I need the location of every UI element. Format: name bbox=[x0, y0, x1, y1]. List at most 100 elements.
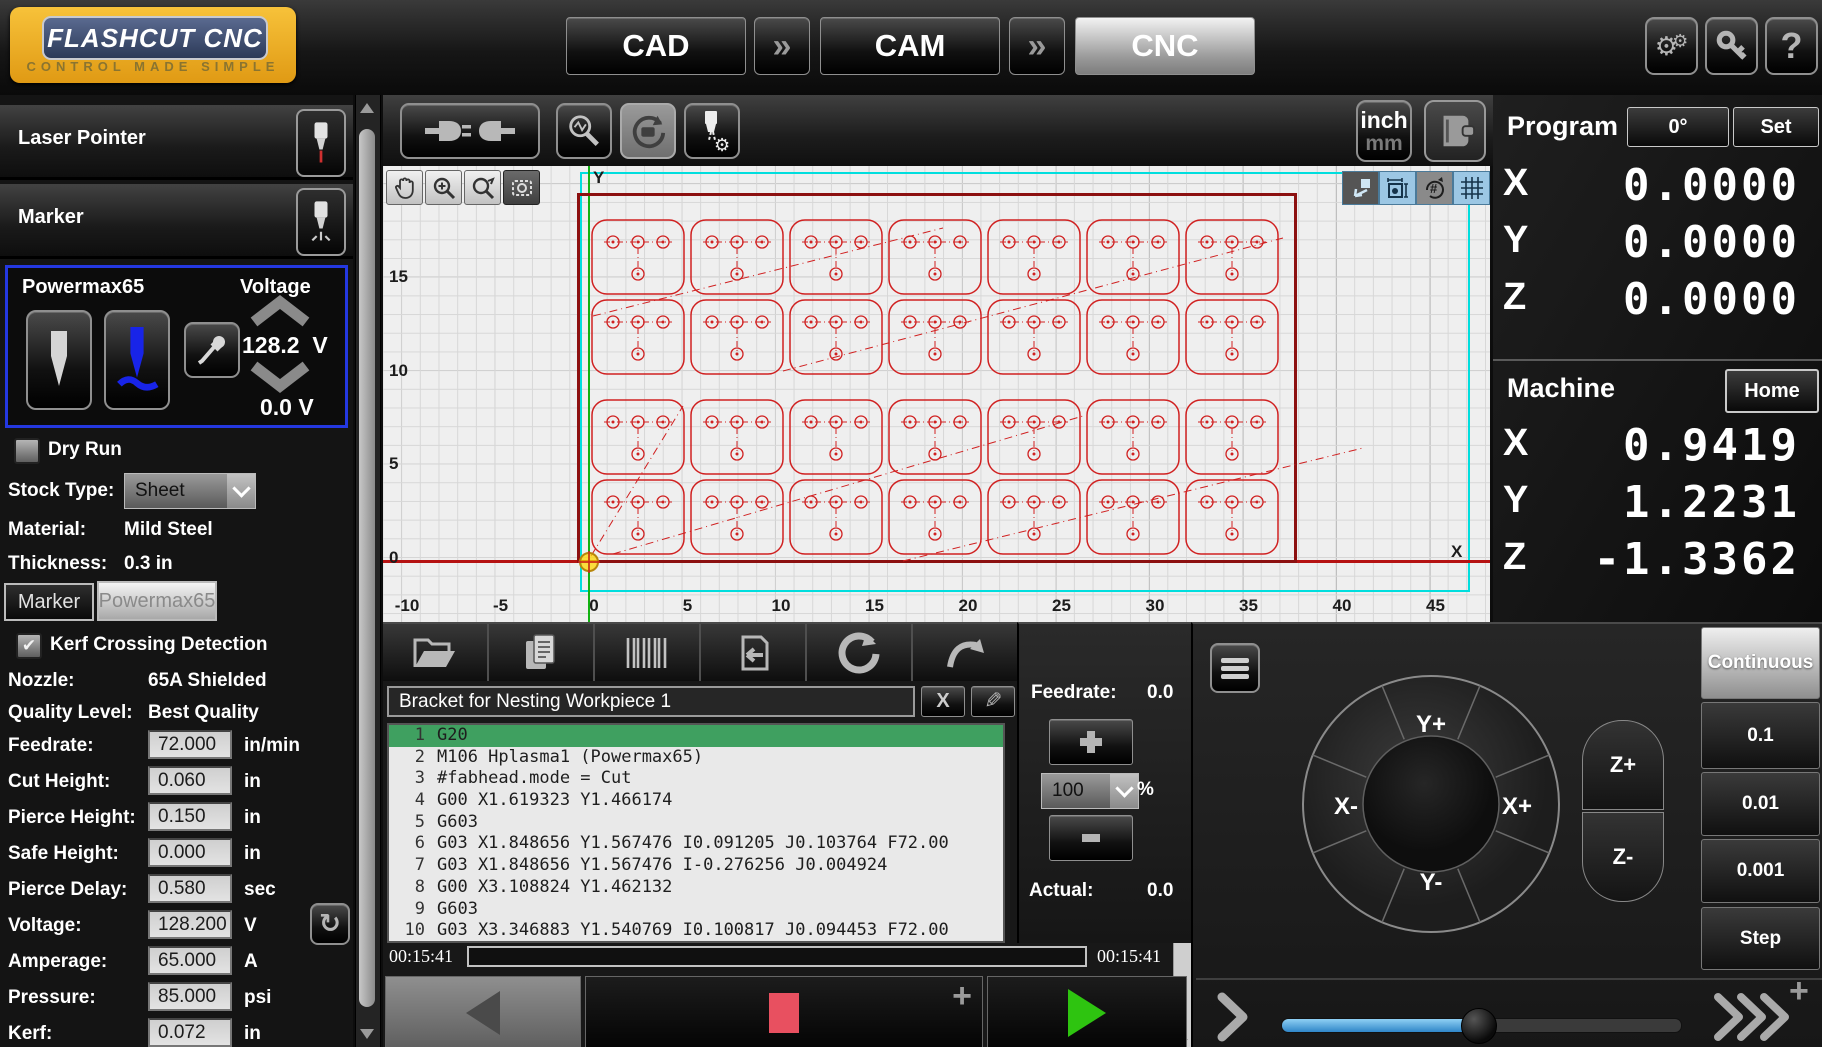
jog-step-button[interactable]: Continuous bbox=[1701, 627, 1820, 699]
jump-to-line-button[interactable] bbox=[913, 624, 1017, 681]
program-zero-button[interactable]: # bbox=[1416, 171, 1453, 205]
cad-to-cam-chevron-icon[interactable]: » bbox=[754, 17, 810, 75]
copy-program-button[interactable] bbox=[489, 624, 595, 681]
sample-voltage-button[interactable] bbox=[184, 322, 240, 378]
jog-step-button[interactable]: 0.001 bbox=[1701, 839, 1820, 903]
jog-x-plus-label[interactable]: X+ bbox=[1502, 793, 1532, 820]
voltage-refresh-button[interactable]: ↻ bbox=[310, 903, 350, 945]
toolpath-viewport[interactable]: Y X -10-5051015202530354045 151050 bbox=[383, 166, 1490, 622]
gcode-line[interactable]: 3 #fabhead.mode = Cut bbox=[389, 768, 1003, 790]
parameter-input[interactable]: 128.200 bbox=[148, 910, 232, 939]
cam-to-cnc-chevron-icon[interactable]: » bbox=[1009, 17, 1065, 75]
gcode-line[interactable]: 6 G03 X1.848656 Y1.567476 I0.091205 J0.1… bbox=[389, 833, 1003, 855]
help-button[interactable]: ? bbox=[1765, 17, 1818, 75]
jog-step-button[interactable]: 0.01 bbox=[1701, 772, 1820, 836]
gcode-line[interactable]: 4 G00 X1.619323 Y1.466174 bbox=[389, 790, 1003, 812]
jog-step-button[interactable]: 0.1 bbox=[1701, 702, 1820, 769]
parameter-input[interactable]: 0.000 bbox=[148, 838, 232, 867]
tab-cam[interactable]: CAM bbox=[820, 17, 1000, 75]
import-program-button[interactable] bbox=[701, 624, 807, 681]
parameter-input[interactable]: 65.000 bbox=[148, 946, 232, 975]
jog-z-plus-button[interactable]: Z+ bbox=[1582, 720, 1664, 810]
parameter-input[interactable]: 0.072 bbox=[148, 1018, 232, 1047]
reset-program-button[interactable] bbox=[807, 624, 913, 681]
feed-override-down-button[interactable] bbox=[1049, 815, 1133, 861]
jog-step-button[interactable]: Step bbox=[1701, 907, 1820, 970]
stop-button[interactable]: + bbox=[585, 976, 983, 1047]
barcode-button[interactable] bbox=[595, 624, 701, 681]
play-button[interactable] bbox=[987, 976, 1187, 1047]
open-file-button[interactable] bbox=[383, 624, 489, 681]
license-button[interactable] bbox=[1705, 17, 1758, 75]
diagnostics-button[interactable] bbox=[556, 103, 612, 159]
tab-cnc-active[interactable]: CNC bbox=[1075, 17, 1255, 75]
tab-powermax65-tool-active[interactable]: Powermax65 bbox=[97, 581, 217, 621]
feed-override-up-button[interactable] bbox=[1049, 719, 1133, 765]
fit-view-button[interactable] bbox=[1342, 171, 1379, 205]
settings-button[interactable]: ⚙⚙ bbox=[1645, 17, 1698, 75]
torch-cutting-button[interactable] bbox=[104, 310, 170, 410]
jog-speed-knob[interactable] bbox=[1461, 1008, 1497, 1044]
gcode-line[interactable]: 7 G03 X1.848656 Y1.567476 I-0.276256 J0.… bbox=[389, 855, 1003, 877]
stop-plus-icon[interactable]: + bbox=[952, 977, 972, 1016]
jog-wheel[interactable]: Y+ X- X+ Y- bbox=[1291, 664, 1571, 944]
zoom-extents-tool-button[interactable] bbox=[464, 170, 501, 205]
parameter-input[interactable]: 0.060 bbox=[148, 766, 232, 795]
gcode-line[interactable]: 9 G603 bbox=[389, 899, 1003, 921]
dry-run-checkbox[interactable] bbox=[14, 438, 40, 464]
gcode-line[interactable]: 10 G03 X3.346883 Y1.540769 I0.100817 J0.… bbox=[389, 920, 1003, 942]
marker-label: Marker bbox=[18, 206, 84, 229]
stock-view-button[interactable] bbox=[1424, 100, 1486, 162]
jog-speed-fast-icon[interactable] bbox=[1713, 992, 1791, 1042]
kerf-crossing-checkbox[interactable]: ✔ bbox=[16, 633, 42, 659]
grid-toggle-button[interactable] bbox=[1453, 171, 1490, 205]
reset-machine-button[interactable] bbox=[620, 103, 676, 159]
vertical-scrollbar[interactable] bbox=[355, 95, 381, 1047]
gcode-line[interactable]: 1 G20 bbox=[389, 725, 1003, 747]
pan-tool-button[interactable] bbox=[386, 170, 423, 205]
feed-override-select[interactable]: 100 bbox=[1041, 773, 1139, 809]
jog-z-minus-button[interactable]: Z- bbox=[1582, 812, 1664, 902]
scrollbar-thumb[interactable] bbox=[359, 129, 375, 1007]
torch-setup-button[interactable]: ⚙ bbox=[684, 103, 740, 159]
jog-y-plus-label[interactable]: Y+ bbox=[1416, 711, 1446, 738]
connect-controller-button[interactable] bbox=[400, 103, 540, 159]
gcode-line[interactable]: 2 M106 Hplasma1 (Powermax65) bbox=[389, 747, 1003, 769]
workpiece-dimensions-button[interactable] bbox=[1379, 171, 1416, 205]
step-back-button[interactable] bbox=[385, 976, 581, 1047]
jog-speed-plus-icon[interactable]: + bbox=[1789, 972, 1809, 1011]
parameter-input[interactable]: 0.580 bbox=[148, 874, 232, 903]
jog-speed-slider[interactable] bbox=[1281, 1018, 1682, 1033]
jog-x-minus-label[interactable]: X- bbox=[1334, 793, 1358, 820]
jog-speed-slow-icon[interactable] bbox=[1217, 992, 1249, 1042]
tab-marker-tool[interactable]: Marker bbox=[4, 583, 94, 621]
scroll-up-icon[interactable] bbox=[360, 103, 374, 113]
marker-button[interactable] bbox=[296, 188, 346, 256]
zoom-in-tool-button[interactable] bbox=[425, 170, 462, 205]
zoom-window-tool-button-pressed[interactable] bbox=[503, 170, 540, 205]
program-name-field[interactable]: Bracket for Nesting Workpiece 1 bbox=[387, 686, 915, 717]
scroll-down-icon[interactable] bbox=[360, 1029, 374, 1039]
axis-value: 1.2231 bbox=[1623, 477, 1800, 528]
home-button[interactable]: Home bbox=[1725, 369, 1819, 413]
laser-pointer-button[interactable] bbox=[296, 109, 346, 177]
tab-cad[interactable]: CAD bbox=[566, 17, 746, 75]
gcode-line[interactable]: 11 G03 X3.346883 Y1.540769 I-0.274402 J0… bbox=[389, 942, 1003, 943]
jog-menu-button[interactable] bbox=[1210, 643, 1260, 693]
stock-type-select[interactable]: Sheet bbox=[124, 473, 256, 509]
close-program-button[interactable]: X bbox=[921, 686, 965, 717]
parameter-input[interactable]: 72.000 bbox=[148, 730, 232, 759]
parameter-input[interactable]: 0.150 bbox=[148, 802, 232, 831]
jog-y-minus-label[interactable]: Y- bbox=[1420, 869, 1443, 896]
edit-program-button[interactable]: ✎ bbox=[971, 686, 1015, 717]
torch-idle-button[interactable] bbox=[26, 310, 92, 410]
gcode-line[interactable]: 8 G00 X3.108824 Y1.462132 bbox=[389, 877, 1003, 899]
voltage-up-icon[interactable] bbox=[248, 294, 312, 328]
set-position-button[interactable]: Set bbox=[1733, 107, 1819, 147]
gcode-line[interactable]: 5 G603 bbox=[389, 812, 1003, 834]
parameter-input[interactable]: 85.000 bbox=[148, 982, 232, 1011]
rotate-zero-button[interactable]: 0° bbox=[1627, 107, 1729, 147]
unit-toggle-button[interactable]: inch mm bbox=[1356, 100, 1412, 162]
voltage-down-icon[interactable] bbox=[248, 360, 312, 394]
gcode-listing[interactable]: 1 G20 2 M106 Hplasma1 (Powermax65) 3 #fa… bbox=[387, 723, 1005, 943]
